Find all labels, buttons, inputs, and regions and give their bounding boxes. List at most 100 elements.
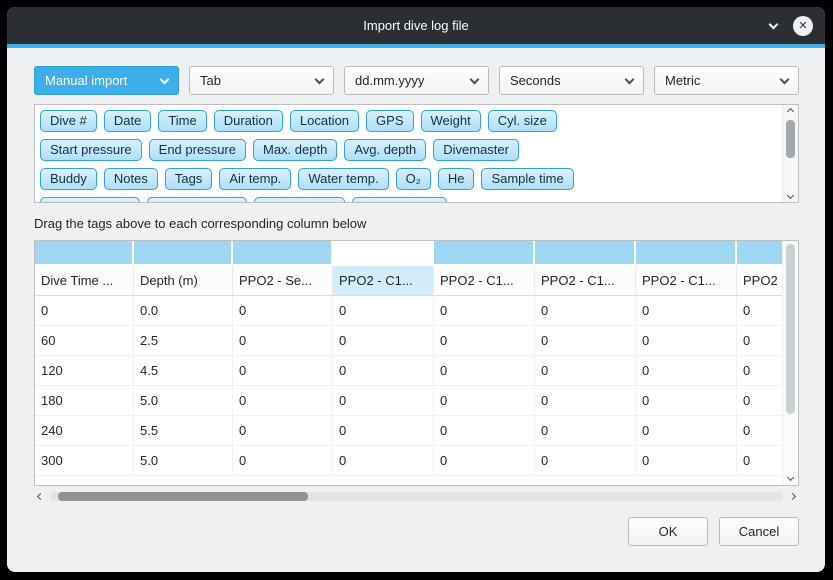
chevron-down-icon <box>315 74 325 84</box>
column-header-depth-m[interactable]: Depth (m) <box>134 266 233 296</box>
field-separator-select[interactable]: Tab <box>189 66 334 95</box>
titlebar[interactable]: Import dive log file ✕ <box>7 7 825 44</box>
column-header-ppo2-c1[interactable]: PPO2 - C1... <box>636 266 737 296</box>
table-cell: 0 <box>636 356 737 386</box>
column-drop-target[interactable] <box>333 241 434 266</box>
ok-button[interactable]: OK <box>628 517 708 546</box>
tag-divemaster[interactable]: Divemaster <box>433 139 519 161</box>
table-cell: 0 <box>333 386 434 416</box>
hscroll-thumb[interactable] <box>58 492 308 501</box>
table-cell: 0 <box>535 386 636 416</box>
titlebar-controls: ✕ <box>770 7 813 44</box>
tag-end-pressure[interactable]: End pressure <box>149 139 246 161</box>
table-cell: 0 <box>333 326 434 356</box>
table-cell: 0 <box>535 356 636 386</box>
scroll-down-icon[interactable] <box>787 192 794 199</box>
table-row: 2405.5000000 <box>35 416 798 446</box>
window-title: Import dive log file <box>363 18 469 33</box>
table-row: 00.0000000 <box>35 296 798 326</box>
tag-air-temp[interactable]: Air temp. <box>219 168 291 190</box>
column-drop-target[interactable] <box>134 241 233 266</box>
column-header-ppo2-c1[interactable]: PPO2 - C1... <box>434 266 535 296</box>
close-icon[interactable]: ✕ <box>793 16 813 36</box>
tag-date[interactable]: Date <box>104 110 151 132</box>
table-cell: 0 <box>233 446 333 476</box>
units-value: Metric <box>665 73 781 88</box>
tag-list: Dive # Date Time Duration Location GPS Weight C… <box>40 110 776 203</box>
tag-sample-cns[interactable]: Sample CNS <box>352 197 447 203</box>
units-select[interactable]: Metric <box>654 66 799 95</box>
scroll-up-icon[interactable] <box>787 108 794 115</box>
scroll-down-icon[interactable] <box>787 474 794 481</box>
column-drop-target[interactable] <box>636 241 737 266</box>
column-header-ppo2-se[interactable]: PPO2 - Se... <box>233 266 333 296</box>
column-header-dive-time[interactable]: Dive Time ... <box>35 266 134 296</box>
scrollbar-thumb[interactable] <box>786 120 795 158</box>
import-mode-value: Manual import <box>45 73 161 88</box>
tag-start-pressure[interactable]: Start pressure <box>40 139 142 161</box>
tag-weight[interactable]: Weight <box>421 110 481 132</box>
drop-target-row <box>35 241 798 266</box>
date-format-select[interactable]: dd.mm.yyyy <box>344 66 489 95</box>
tag-sample-po[interactable]: Sample pO₂ <box>254 197 344 203</box>
tag-notes[interactable]: Notes <box>104 168 158 190</box>
tag-water-temp[interactable]: Water temp. <box>298 168 388 190</box>
drag-hint-label: Drag the tags above to each correspondin… <box>34 216 799 231</box>
vertical-scrollbar[interactable] <box>782 241 798 485</box>
tag-max-depth[interactable]: Max. depth <box>253 139 337 161</box>
hscroll-track[interactable] <box>50 492 783 501</box>
scroll-right-icon[interactable] <box>789 493 796 500</box>
import-mode-select[interactable]: Manual import <box>34 66 179 95</box>
tag-area-scrollbar[interactable] <box>782 105 798 202</box>
tag-cyl-size[interactable]: Cyl. size <box>488 110 557 132</box>
tag-dive[interactable]: Dive # <box>40 110 97 132</box>
column-header-ppo2-c1[interactable]: PPO2 - C1... <box>535 266 636 296</box>
tag-avg-depth[interactable]: Avg. depth <box>344 139 426 161</box>
table-cell: 0 <box>434 356 535 386</box>
tag-gps[interactable]: GPS <box>366 110 413 132</box>
scroll-left-icon[interactable] <box>37 493 44 500</box>
tag-duration[interactable]: Duration <box>214 110 283 132</box>
chevron-down-icon <box>625 74 635 84</box>
table-cell: 0 <box>233 416 333 446</box>
table-cell: 300 <box>35 446 134 476</box>
tag-sample-time[interactable]: Sample time <box>481 168 573 190</box>
tag-time[interactable]: Time <box>158 110 206 132</box>
tag-row: Dive # Date Time Duration Location GPS Weight C… <box>40 110 776 132</box>
table-row: 1805.0000000 <box>35 386 798 416</box>
column-drop-target[interactable] <box>434 241 535 266</box>
table-cell: 0 <box>233 386 333 416</box>
dialog-buttons: OK Cancel <box>34 517 799 546</box>
chevron-down-icon[interactable] <box>769 19 779 29</box>
table-cell: 0 <box>233 326 333 356</box>
tag-row: Start pressure End pressure Max. depth Avg.… <box>40 139 776 161</box>
table-cell: 0.0 <box>134 296 233 326</box>
tag-location[interactable]: Location <box>290 110 359 132</box>
table-cell: 5.5 <box>134 416 233 446</box>
duration-format-select[interactable]: Seconds <box>499 66 644 95</box>
column-drop-target[interactable] <box>233 241 333 266</box>
table-cell: 0 <box>233 296 333 326</box>
table-cell: 0 <box>333 296 434 326</box>
table-cell: 0 <box>35 296 134 326</box>
table-cell: 0 <box>434 386 535 416</box>
table-cell: 0 <box>333 356 434 386</box>
tag-buddy[interactable]: Buddy <box>40 168 97 190</box>
column-drop-target[interactable] <box>35 241 134 266</box>
table-cell: 5.0 <box>134 386 233 416</box>
table-cell: 120 <box>35 356 134 386</box>
preview-table: Dive Time ...Depth (m)PPO2 - Se...PPO2 -… <box>34 240 799 486</box>
tag-he[interactable]: He <box>438 168 475 190</box>
tag-tags[interactable]: Tags <box>165 168 212 190</box>
dialog-content: Manual import Tab dd.mm.yyyy Seconds Met… <box>7 48 825 546</box>
tag-sample-depth[interactable]: Sample depth <box>40 197 140 203</box>
cancel-button[interactable]: Cancel <box>719 517 799 546</box>
scrollbar-thumb[interactable] <box>786 244 795 414</box>
tag-sample-temp[interactable]: Sample temp. <box>147 197 247 203</box>
table-cell: 240 <box>35 416 134 446</box>
tag-o[interactable]: O₂ <box>396 168 431 190</box>
column-header-ppo2-c1[interactable]: PPO2 - C1... <box>333 266 434 296</box>
horizontal-scrollbar[interactable] <box>34 489 799 504</box>
column-drop-target[interactable] <box>535 241 636 266</box>
table-cell: 0 <box>535 296 636 326</box>
